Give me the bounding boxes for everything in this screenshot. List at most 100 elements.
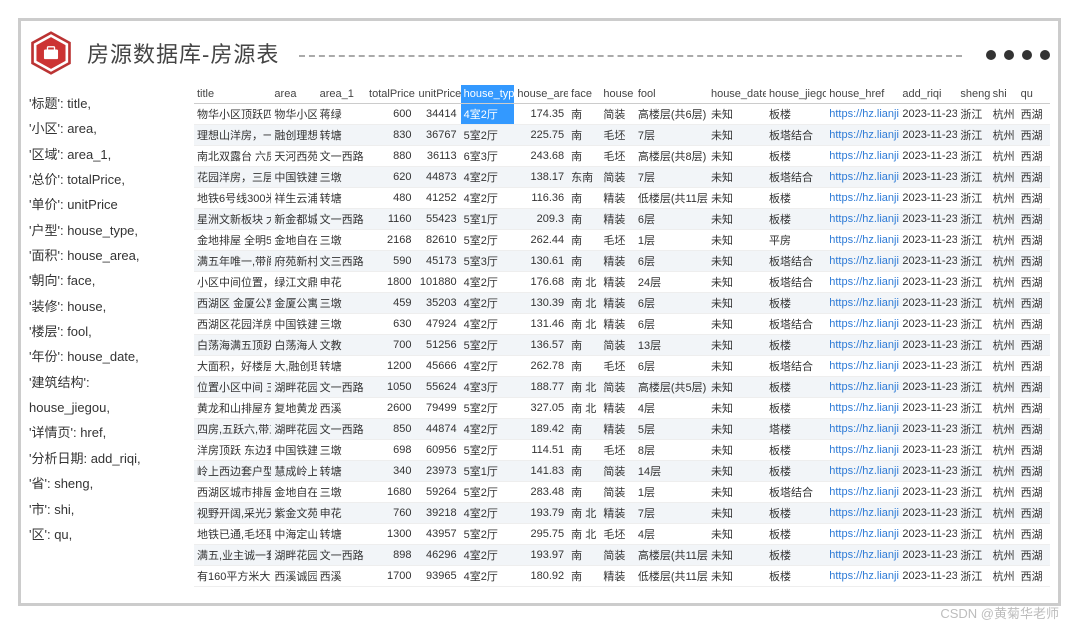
cell-totalPrice[interactable]: 1700 <box>366 566 415 587</box>
col-area_1[interactable]: area_1 <box>317 85 366 104</box>
cell-house_area[interactable]: 116.36 <box>514 188 568 209</box>
cell-totalPrice[interactable]: 1160 <box>366 209 415 230</box>
table-row[interactable]: 白荡海满五顶跃 带三个露台白荡海人家文教700512565室2厅136.57南简… <box>194 335 1050 356</box>
col-house_area[interactable]: house_area <box>514 85 568 104</box>
cell-sheng[interactable]: 浙江 <box>957 209 989 230</box>
cell-title[interactable]: 岭上西边套户型,中间好位 <box>194 461 271 482</box>
cell-house_jiegou[interactable]: 板塔结合 <box>766 482 826 503</box>
cell-title[interactable]: 地铁已通,毛坯联排别墅自 <box>194 524 271 545</box>
cell-add_riqi[interactable]: 2023-11-23 <box>899 104 957 125</box>
cell-house_type[interactable]: 4室3厅 <box>461 377 515 398</box>
cell-title[interactable]: 南北双露台 六房三卫 边套路 <box>194 146 271 167</box>
cell-unitPrice[interactable]: 93965 <box>415 566 460 587</box>
cell-house[interactable]: 精装 <box>600 419 634 440</box>
cell-sheng[interactable]: 浙江 <box>957 167 989 188</box>
cell-qu[interactable]: 西湖 <box>1018 377 1050 398</box>
cell-house_type[interactable]: 4室2厅 <box>461 314 515 335</box>
cell-area_1[interactable]: 文一西路 <box>317 377 366 398</box>
cell-qu[interactable]: 西湖 <box>1018 125 1050 146</box>
col-unitPrice[interactable]: unitPrice <box>415 85 460 104</box>
cell-add_riqi[interactable]: 2023-11-23 <box>899 230 957 251</box>
cell-unitPrice[interactable]: 44873 <box>415 167 460 188</box>
cell-face[interactable]: 南 <box>568 440 600 461</box>
cell-house[interactable]: 精装 <box>600 272 634 293</box>
cell-sheng[interactable]: 浙江 <box>957 377 989 398</box>
cell-fool[interactable]: 1层 <box>635 482 708 503</box>
cell-house_href[interactable]: https://hz.lianjia <box>826 293 899 314</box>
cell-area_1[interactable]: 文三西路 <box>317 251 366 272</box>
cell-sheng[interactable]: 浙江 <box>957 419 989 440</box>
cell-add_riqi[interactable]: 2023-11-23 <box>899 209 957 230</box>
cell-sheng[interactable]: 浙江 <box>957 524 989 545</box>
cell-house_date[interactable]: 未知 <box>708 230 766 251</box>
cell-fool[interactable]: 6层 <box>635 209 708 230</box>
cell-qu[interactable]: 西湖 <box>1018 419 1050 440</box>
cell-title[interactable]: 视野开阔,采光无遮挡，顶 <box>194 503 271 524</box>
data-table[interactable]: titleareaarea_1totalPriceunitPricehouse_… <box>194 85 1050 587</box>
cell-sheng[interactable]: 浙江 <box>957 125 989 146</box>
cell-house_href[interactable]: https://hz.lianjia <box>826 146 899 167</box>
cell-house_area[interactable]: 193.79 <box>514 503 568 524</box>
cell-house_area[interactable]: 225.75 <box>514 125 568 146</box>
cell-house_date[interactable]: 未知 <box>708 146 766 167</box>
cell-area[interactable]: 紫金文苑 <box>271 503 316 524</box>
cell-area[interactable]: 白荡海人家 <box>271 335 316 356</box>
cell-house_type[interactable]: 5室2厅 <box>461 482 515 503</box>
cell-house_date[interactable]: 未知 <box>708 377 766 398</box>
cell-house_date[interactable]: 未知 <box>708 314 766 335</box>
cell-area_1[interactable]: 申花 <box>317 503 366 524</box>
cell-sheng[interactable]: 浙江 <box>957 188 989 209</box>
cell-fool[interactable]: 6层 <box>635 293 708 314</box>
cell-house_href[interactable]: https://hz.lianjia <box>826 209 899 230</box>
col-add_riqi[interactable]: add_riqi <box>899 85 957 104</box>
cell-fool[interactable]: 7层 <box>635 167 708 188</box>
cell-house_href[interactable]: https://hz.lianjia <box>826 377 899 398</box>
cell-house_date[interactable]: 未知 <box>708 566 766 587</box>
cell-house_date[interactable]: 未知 <box>708 461 766 482</box>
cell-shi[interactable]: 杭州 <box>990 104 1018 125</box>
cell-qu[interactable]: 西湖 <box>1018 209 1050 230</box>
cell-house_area[interactable]: 193.97 <box>514 545 568 566</box>
cell-house_type[interactable]: 5室2厅 <box>461 335 515 356</box>
cell-area[interactable]: 湖畔花园竹径 <box>271 377 316 398</box>
cell-house[interactable]: 毛坯 <box>600 440 634 461</box>
cell-shi[interactable]: 杭州 <box>990 377 1018 398</box>
cell-house_jiegou[interactable]: 板楼 <box>766 545 826 566</box>
cell-house_type[interactable]: 4室2厅 <box>461 503 515 524</box>
cell-area_1[interactable]: 文一西路 <box>317 545 366 566</box>
col-title[interactable]: title <box>194 85 271 104</box>
cell-area_1[interactable]: 转塘 <box>317 461 366 482</box>
cell-add_riqi[interactable]: 2023-11-23 <box>899 482 957 503</box>
cell-title[interactable]: 星洲文新板块 大面宽客厅, <box>194 209 271 230</box>
cell-area_1[interactable]: 申花 <box>317 272 366 293</box>
cell-add_riqi[interactable]: 2023-11-23 <box>899 314 957 335</box>
cell-area[interactable]: 中国铁建西湖 <box>271 440 316 461</box>
cell-fool[interactable]: 6层 <box>635 314 708 335</box>
cell-unitPrice[interactable]: 35203 <box>415 293 460 314</box>
cell-house_type[interactable]: 6室3厅 <box>461 146 515 167</box>
cell-face[interactable]: 南 <box>568 335 600 356</box>
cell-fool[interactable]: 高楼层(共11层 <box>635 545 708 566</box>
cell-face[interactable]: 南 <box>568 251 600 272</box>
col-qu[interactable]: qu <box>1018 85 1050 104</box>
cell-totalPrice[interactable]: 480 <box>366 188 415 209</box>
cell-area[interactable]: 复地黄龙和山 <box>271 398 316 419</box>
cell-unitPrice[interactable]: 55624 <box>415 377 460 398</box>
cell-add_riqi[interactable]: 2023-11-23 <box>899 545 957 566</box>
cell-house_date[interactable]: 未知 <box>708 482 766 503</box>
cell-unitPrice[interactable]: 79499 <box>415 398 460 419</box>
cell-house_area[interactable]: 283.48 <box>514 482 568 503</box>
cell-title[interactable]: 花园洋房，三层叠墅,有花园 <box>194 167 271 188</box>
cell-area_1[interactable]: 西溪 <box>317 566 366 587</box>
cell-area[interactable]: 中国铁建西湖 <box>271 314 316 335</box>
table-row[interactable]: 花园洋房，三层叠墅,有花园中国铁建西湖三墩620448734室2厅138.17东… <box>194 167 1050 188</box>
cell-house_area[interactable]: 188.77 <box>514 377 568 398</box>
cell-house_date[interactable]: 未知 <box>708 503 766 524</box>
cell-house_type[interactable]: 3室1厅 <box>461 587 515 588</box>
cell-add_riqi[interactable]: 2023-11-23 <box>899 419 957 440</box>
col-sheng[interactable]: sheng <box>957 85 989 104</box>
cell-add_riqi[interactable]: 2023-11-23 <box>899 503 957 524</box>
cell-totalPrice[interactable]: 340 <box>366 461 415 482</box>
cell-totalPrice[interactable]: 2168 <box>366 230 415 251</box>
cell-house_jiegou[interactable]: 平房 <box>766 230 826 251</box>
